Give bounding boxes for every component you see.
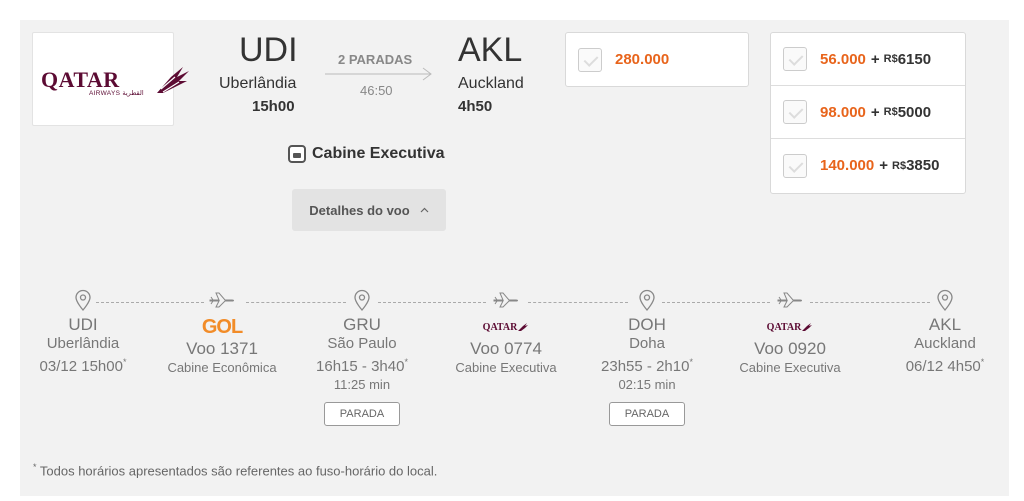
seat-icon	[288, 145, 306, 163]
cabin-class: Cabine Executiva	[288, 145, 445, 163]
destination-city: Auckland	[458, 75, 524, 92]
cabin-label: Cabine Executiva	[312, 145, 445, 162]
datetime: 06/12 4h50*	[905, 357, 985, 375]
airplane-icon	[777, 292, 802, 308]
flight-number: Voo 1371	[186, 339, 258, 358]
leg-2: QATAR Voo 0774 Cabine Executiva	[446, 285, 566, 376]
itinerary-timeline: UDI Uberlândia 03/12 15h00* GOL Voo 1371…	[0, 285, 1024, 426]
miles-value: 280.000	[615, 51, 670, 68]
city-name: São Paulo	[327, 335, 397, 352]
location-pin-icon	[75, 289, 91, 311]
airline-logo: QATAR AIRWAYS القطرية	[32, 32, 189, 126]
stop-times: 16h15 - 3h40*	[316, 357, 408, 375]
layover-duration: 02:15 min	[618, 377, 676, 392]
origin-time: 15h00	[252, 98, 295, 115]
plus-sign: +	[870, 50, 880, 68]
airport-code: DOH	[628, 315, 666, 334]
city-name: Uberlândia	[46, 335, 120, 352]
plus-sign: +	[870, 103, 880, 121]
stop-badge: PARADA	[609, 402, 685, 426]
miles-value: 140.000	[820, 157, 875, 174]
flight-cabin: Cabine Executiva	[455, 360, 557, 375]
destination-code: AKL	[458, 31, 523, 69]
price-checkbox[interactable]	[578, 47, 602, 72]
city-name: Doha	[629, 335, 665, 352]
price-option[interactable]: 56.000 + R$ 6150	[771, 33, 965, 86]
stop-udi: UDI Uberlândia 03/12 15h00*	[23, 285, 143, 376]
flight-cabin: Cabine Econômica	[167, 360, 277, 375]
qatar-logo: QATAR	[482, 321, 518, 333]
origin-code: UDI	[239, 31, 298, 69]
airline-subtitle: AIRWAYS القطرية	[89, 90, 144, 97]
stop-gru: GRU São Paulo 16h15 - 3h40* 11:25 min PA…	[302, 285, 422, 426]
currency-symbol: R$	[883, 53, 898, 65]
layover-duration: 11:25 min	[333, 377, 391, 392]
stop-times: 23h55 - 2h10*	[601, 357, 693, 375]
price-option[interactable]: 98.000 + R$ 5000	[771, 86, 965, 139]
cash-amount: 5000	[897, 103, 932, 121]
currency-symbol: R$	[892, 159, 907, 172]
timezone-footnote: * Todos horários apresentados são refere…	[33, 462, 438, 479]
flight-details-button[interactable]: Detalhes do voo	[292, 189, 446, 231]
flight-cabin: Cabine Executiva	[739, 360, 841, 375]
chevron-up-icon	[420, 207, 429, 213]
price-checkbox[interactable]	[783, 153, 807, 178]
oryx-icon	[157, 67, 189, 93]
currency-symbol: R$	[883, 106, 898, 118]
airplane-icon	[493, 292, 518, 308]
stop-doh: DOH Doha 23h55 - 2h10* 02:15 min PARADA	[587, 285, 707, 426]
datetime: 03/12 15h00*	[39, 357, 127, 375]
airport-code: UDI	[68, 315, 98, 334]
price-checkbox[interactable]	[783, 100, 807, 124]
gol-logo: GOL	[201, 315, 243, 338]
stop-badge: PARADA	[324, 402, 400, 426]
price-option-miles-only[interactable]: 280.000	[565, 32, 749, 87]
flight-number: Voo 0920	[754, 339, 826, 358]
oryx-icon	[802, 323, 813, 331]
airport-code: GRU	[343, 315, 381, 334]
price-option[interactable]: 140.000 + R$ 3850	[771, 139, 965, 192]
origin-city: Uberlândia	[219, 75, 297, 92]
location-pin-icon	[937, 289, 953, 311]
stop-akl: AKL Auckland 06/12 4h50*	[885, 285, 1005, 376]
airplane-icon	[209, 292, 234, 308]
airport-code: AKL	[928, 315, 962, 334]
leg-1: GOL Voo 1371 Cabine Econômica	[162, 285, 282, 376]
plus-sign: +	[879, 157, 888, 174]
destination-time: 4h50	[458, 98, 493, 115]
price-checkbox[interactable]	[783, 47, 807, 71]
oryx-icon	[518, 323, 529, 331]
location-pin-icon	[354, 289, 370, 311]
location-pin-icon	[639, 289, 655, 311]
leg-3: QATAR Voo 0920 Cabine Executiva	[730, 285, 850, 376]
cash-amount: 6150	[897, 50, 932, 68]
stops-label: 2 PARADAS	[338, 52, 413, 67]
price-options-mixed: 56.000 + R$ 6150 98.000 + R$ 5000 140.00…	[770, 32, 966, 194]
miles-value: 56.000	[820, 50, 866, 68]
qatar-logo: QATAR	[766, 321, 802, 333]
miles-value: 98.000	[820, 103, 866, 121]
route-duration: 46:50	[360, 83, 393, 98]
flight-number: Voo 0774	[470, 339, 542, 358]
flight-details-label: Detalhes do voo	[309, 202, 410, 218]
route-arrow-icon	[325, 67, 432, 81]
cash-amount: 3850	[906, 157, 940, 174]
city-name: Auckland	[914, 335, 976, 352]
